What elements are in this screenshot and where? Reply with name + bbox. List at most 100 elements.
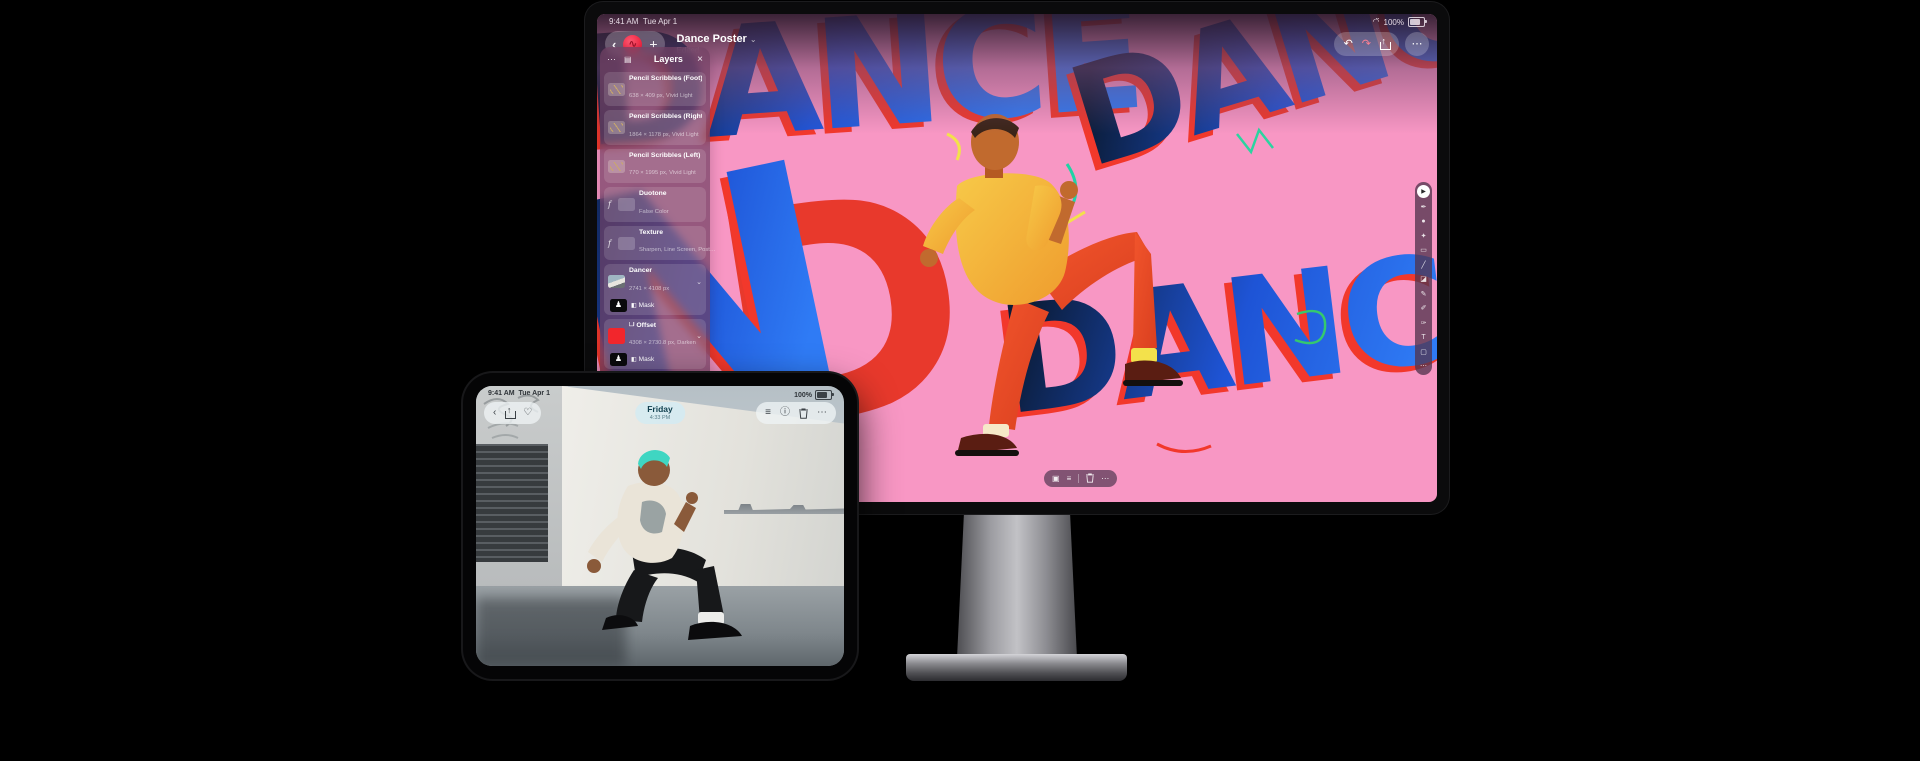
layer-name: Duotone: [639, 190, 702, 198]
status-time-date: 9:41 AM Tue Apr 1: [609, 17, 677, 27]
play-tool-icon[interactable]: ▶: [1417, 185, 1430, 198]
brush-icon[interactable]: ✐: [1418, 303, 1429, 314]
layer-thumbnail: [608, 160, 625, 173]
layer-mask-row[interactable]: ♟ ◧ Mask: [608, 299, 702, 312]
mask-thumbnail: ♟: [610, 353, 627, 366]
layer-card[interactable]: f Duotone False Color ♟: [604, 187, 706, 221]
layer-chevron-icon[interactable]: ⌄: [696, 278, 702, 286]
grid-icon[interactable]: ▣: [1052, 475, 1060, 483]
eraser-icon[interactable]: ◪: [1418, 274, 1429, 285]
ipad-share-button[interactable]: [505, 408, 514, 419]
wifi-icon: ◠̈: [1373, 18, 1380, 26]
share-button[interactable]: [1380, 39, 1389, 50]
battery-icon: [1408, 17, 1425, 27]
divider: [1078, 474, 1079, 483]
layer-card[interactable]: f ❒Offset 4308 × 2730.8 px, Darken ⌄ ♟ ◧…: [604, 319, 706, 369]
layer-thumbnail: [618, 198, 635, 211]
layer-name: ❒Offset: [629, 322, 692, 330]
stage: DD NN DANCEDANCE DANCEDANCE DANCEDANCE: [0, 0, 1920, 761]
pencil-icon[interactable]: ✎: [1418, 289, 1429, 300]
display-stand-base: [906, 654, 1127, 681]
layer-card[interactable]: f Pencil Scribbles (Foot) 638 × 409 px, …: [604, 72, 706, 106]
layer-detail: Sharpen, Line Screen, Post…: [639, 247, 716, 253]
display-stand-neck: [957, 508, 1077, 658]
panel-more-button[interactable]: ⋯: [607, 54, 616, 65]
layer-thumbnail: [608, 328, 625, 344]
ipad-trash-button[interactable]: [799, 408, 808, 419]
layers-panel-header: ⋯ ▤ Layers ×: [600, 47, 710, 69]
layer-detail: 1864 × 1178 px, Vivid Light: [629, 132, 699, 138]
battery-percent: 100%: [1384, 18, 1404, 27]
photo-date-pill[interactable]: Friday 4:33 PM: [635, 402, 685, 424]
more-icon[interactable]: ⋯: [1101, 475, 1109, 483]
mask-thumbnail: ♟: [610, 299, 627, 312]
layer-detail: 2741 × 4108 px: [629, 286, 669, 292]
ipad-nav-pill: ‹ ♡: [484, 402, 541, 424]
line-icon[interactable]: ╱: [1418, 260, 1429, 271]
layer-name: Texture: [639, 229, 702, 237]
document-title[interactable]: Dance Poster: [677, 33, 747, 45]
layer-thumbnail: [618, 237, 635, 250]
canvas-bottom-toolbar: ▣ ≡ ⋯: [1044, 470, 1117, 487]
more-icon: ⋯: [1412, 39, 1423, 50]
ipad-toolbar: ‹ ♡ Friday 4:33 PM ≡ ⓘ ⋯: [484, 402, 836, 424]
title-chevron-icon[interactable]: ⌄: [750, 35, 757, 44]
layer-thumbnail: [608, 83, 625, 96]
layer-detail: False Color: [639, 209, 669, 215]
undo-button[interactable]: ↶: [1344, 39, 1353, 50]
sliders-icon[interactable]: ≡: [1067, 475, 1072, 483]
layer-name: Pencil Scribbles (Right): [629, 113, 702, 121]
tool-rail: ▶ ✒ ● ✦ ▭ ╱ ◪ ✎ ✐ ✑ T ▢ ⋯: [1415, 182, 1432, 375]
layer-thumbnail: [608, 121, 625, 134]
photo-time-label: 4:33 PM: [650, 415, 670, 421]
mask-label: Mask: [639, 356, 655, 363]
ipad-status-time: 9:41 AM: [488, 390, 515, 397]
folder-icon: ❒: [629, 322, 634, 330]
favorite-button[interactable]: ♡: [523, 408, 532, 418]
layer-detail: 770 × 1995 px, Vivid Light: [629, 170, 696, 176]
more-button[interactable]: ⋯: [1405, 32, 1429, 56]
layer-card[interactable]: f Pencil Scribbles (Right) 1864 × 1178 p…: [604, 110, 706, 144]
more-icon[interactable]: ⋯: [1418, 361, 1429, 372]
text-tool-icon[interactable]: T: [1418, 332, 1429, 343]
layer-name: Pencil Scribbles (Left): [629, 152, 702, 160]
layers-panel-title: Layers: [640, 54, 698, 64]
layer-detail: 4308 × 2730.8 px, Darken: [629, 340, 696, 346]
ipad-back-button[interactable]: ‹: [493, 408, 496, 418]
ipad-actions-pill: ≡ ⓘ ⋯: [756, 402, 836, 424]
status-time: 9:41 AM: [609, 17, 638, 26]
ipad-battery-icon: [815, 390, 832, 400]
display-toolbar: ‹ ∿ + Dance Poster⌄ Edited ↶ ↷ ⋯: [605, 29, 1429, 59]
close-icon[interactable]: ×: [697, 54, 703, 65]
pen-icon[interactable]: ✑: [1418, 318, 1429, 329]
info-button[interactable]: ⓘ: [780, 408, 790, 418]
marquee-icon[interactable]: ▭: [1418, 245, 1429, 256]
toolbar-actions: ↶ ↷ ⋯: [1334, 32, 1429, 56]
ipad-more-button[interactable]: ⋯: [817, 408, 827, 418]
ipad-battery-percent: 100%: [794, 392, 812, 399]
ipad-status-date: Tue Apr 1: [518, 390, 550, 397]
layer-name: Pencil Scribbles (Foot): [629, 75, 702, 83]
wand-icon[interactable]: ✦: [1418, 231, 1429, 242]
layer-card[interactable]: f Dancer 2741 × 4108 px ⌄ ♟ ◧ Mask: [604, 264, 706, 314]
smudge-icon[interactable]: ●: [1418, 216, 1429, 227]
layer-thumbnail: [608, 275, 625, 288]
redo-button[interactable]: ↷: [1362, 39, 1371, 50]
eyedropper-icon[interactable]: ✒: [1418, 202, 1429, 213]
ipad-status-bar: 9:41 AM Tue Apr 1 100%: [488, 390, 832, 400]
layer-chevron-icon[interactable]: ⌄: [696, 332, 702, 340]
trash-icon[interactable]: [1086, 473, 1094, 485]
adjust-button[interactable]: ≡: [765, 408, 771, 418]
photo-dancer: [536, 420, 786, 660]
layers-icon: ▤: [624, 55, 632, 64]
ipad-screen: 9:41 AM Tue Apr 1 100% ‹ ♡ Friday 4:33 P…: [476, 386, 844, 666]
mask-label: Mask: [639, 302, 655, 309]
photo-day-label: Friday: [647, 405, 673, 414]
layer-card[interactable]: f Texture Sharpen, Line Screen, Post… ♟: [604, 226, 706, 260]
layer-mask-row[interactable]: ♟ ◧ Mask: [608, 353, 702, 366]
crop-icon[interactable]: ▢: [1418, 347, 1429, 358]
status-date: Tue Apr 1: [643, 17, 677, 26]
display-status-bar: 9:41 AM Tue Apr 1 ◠̈ 100%: [609, 17, 1425, 27]
layer-card[interactable]: f Pencil Scribbles (Left) 770 × 1995 px,…: [604, 149, 706, 183]
layer-detail: 638 × 409 px, Vivid Light: [629, 93, 693, 99]
